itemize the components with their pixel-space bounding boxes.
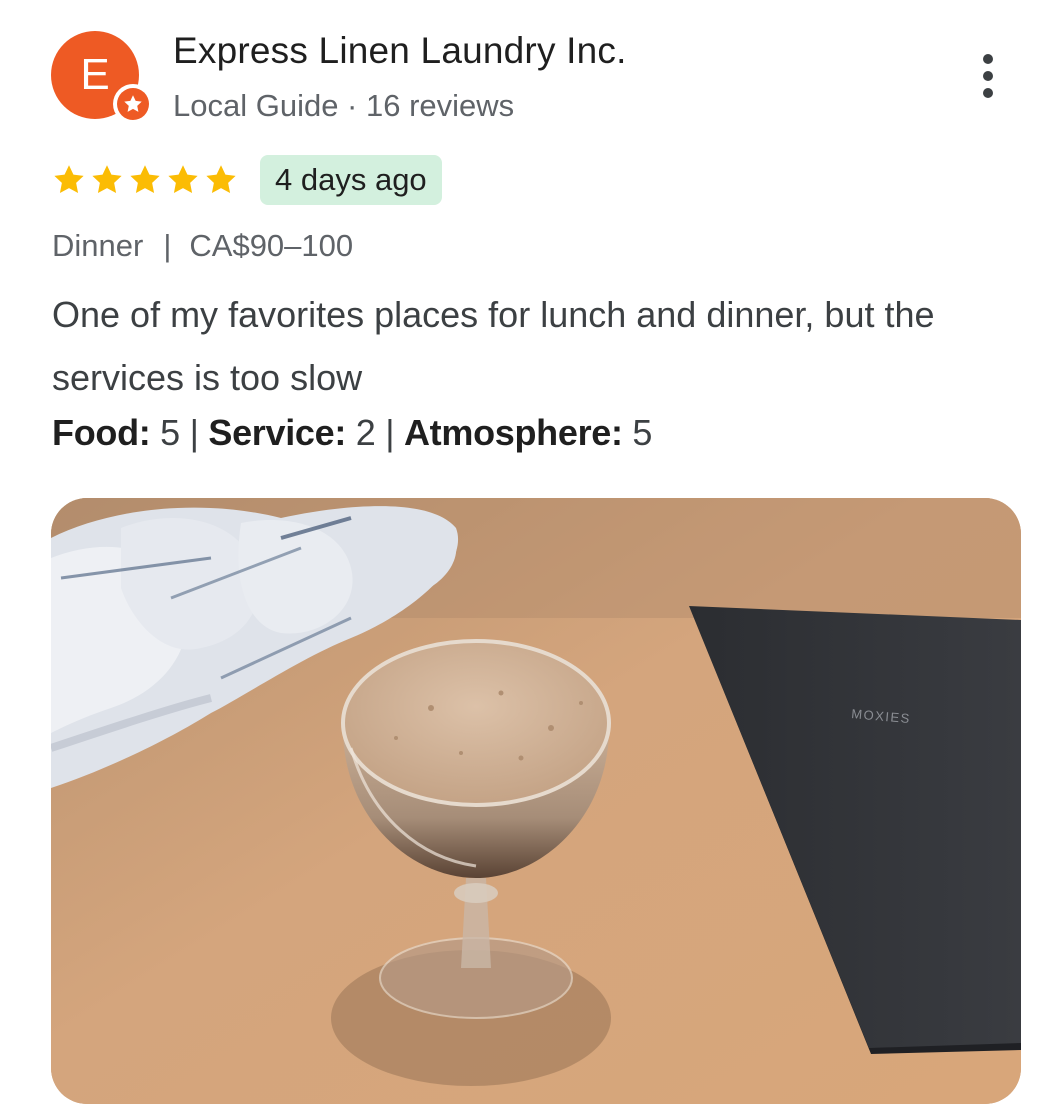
service-label: Service: (208, 412, 347, 453)
rating-separator: | (385, 412, 395, 453)
cocktail-photo-illustration: MOXIES (51, 498, 1021, 1104)
more-vert-icon (983, 54, 993, 98)
star-icon (206, 165, 236, 194)
service-value: 2 (355, 412, 376, 453)
more-options-button[interactable] (962, 48, 1014, 104)
detail-separator: | (163, 228, 172, 263)
category-ratings: Food: 5 | Service: 2 | Atmosphere: 5 (52, 412, 652, 454)
avatar-initial: E (80, 50, 110, 99)
atmosphere-label: Atmosphere: (403, 412, 623, 453)
local-guide-badge (113, 84, 153, 124)
star-icon (130, 165, 160, 194)
food-value: 5 (160, 412, 180, 453)
reviewer-name[interactable]: Express Linen Laundry Inc. (173, 30, 627, 72)
local-guide-star-icon (124, 95, 142, 112)
review-text: One of my favorites places for lunch and… (52, 294, 935, 398)
reviewer-meta: Local Guide · 16 reviews (173, 88, 515, 123)
meal-type: Dinner (52, 228, 144, 263)
rating-separator: | (189, 412, 199, 453)
food-label: Food: (52, 412, 151, 453)
price-range: CA$90–100 (189, 228, 354, 263)
visit-details: Dinner | CA$90–100 (52, 228, 353, 264)
time-ago-badge: 4 days ago (260, 155, 442, 205)
star-icon (54, 165, 84, 194)
star-icon (168, 165, 198, 194)
star-icon (92, 165, 122, 194)
review-photo[interactable]: MOXIES (51, 498, 1021, 1104)
atmosphere-value: 5 (632, 412, 653, 453)
star-rating (51, 162, 239, 198)
